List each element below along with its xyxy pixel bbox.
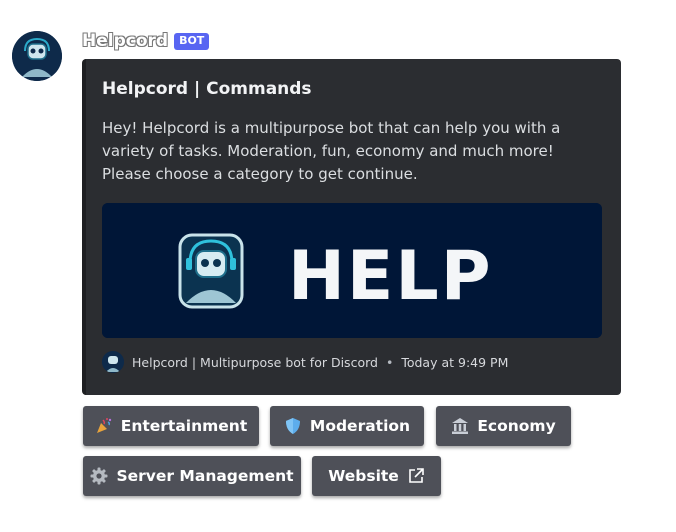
footer-avatar-icon [102,351,124,373]
author-name[interactable]: Helpcord [82,31,168,51]
embed-description: Hey! Helpcord is a multipurpose bot that… [102,119,561,183]
footer-timestamp: Today at 9:49 PM [401,354,509,370]
entertainment-button-label: Entertainment [120,417,248,435]
help-embed: Helpcord | Commands Hey! Helpcord is a m… [82,59,621,395]
bank-icon [451,417,469,435]
party-popper-icon [95,417,113,435]
moderation-button[interactable]: Moderation [270,406,424,446]
server-management-button[interactable]: Server Management [83,456,301,496]
embed-footer: Helpcord | Multipurpose bot for Discord … [102,349,508,375]
helpcord-logo-icon [178,233,244,309]
website-button-label: Website [328,467,399,485]
moderation-button-label: Moderation [309,417,411,435]
bot-avatar[interactable] [12,31,62,81]
footer-separator: • [385,354,394,370]
economy-button[interactable]: Economy [436,406,571,446]
external-link-icon [407,467,425,485]
economy-button-label: Economy [477,417,556,435]
embed-banner-image[interactable]: HELP [102,203,602,338]
banner-help-text: HELP [288,237,493,316]
gear-icon [90,467,108,485]
server-management-button-label: Server Management [116,467,294,485]
footer-text: Helpcord | Multipurpose bot for Discord [132,354,378,370]
embed-title: Helpcord | Commands [102,79,312,99]
shield-icon [284,417,302,435]
bot-tag: BOT [174,32,210,50]
entertainment-button[interactable]: Entertainment [83,406,259,446]
message-header: Helpcord BOT [82,30,210,52]
website-link-button[interactable]: Website [312,456,441,496]
